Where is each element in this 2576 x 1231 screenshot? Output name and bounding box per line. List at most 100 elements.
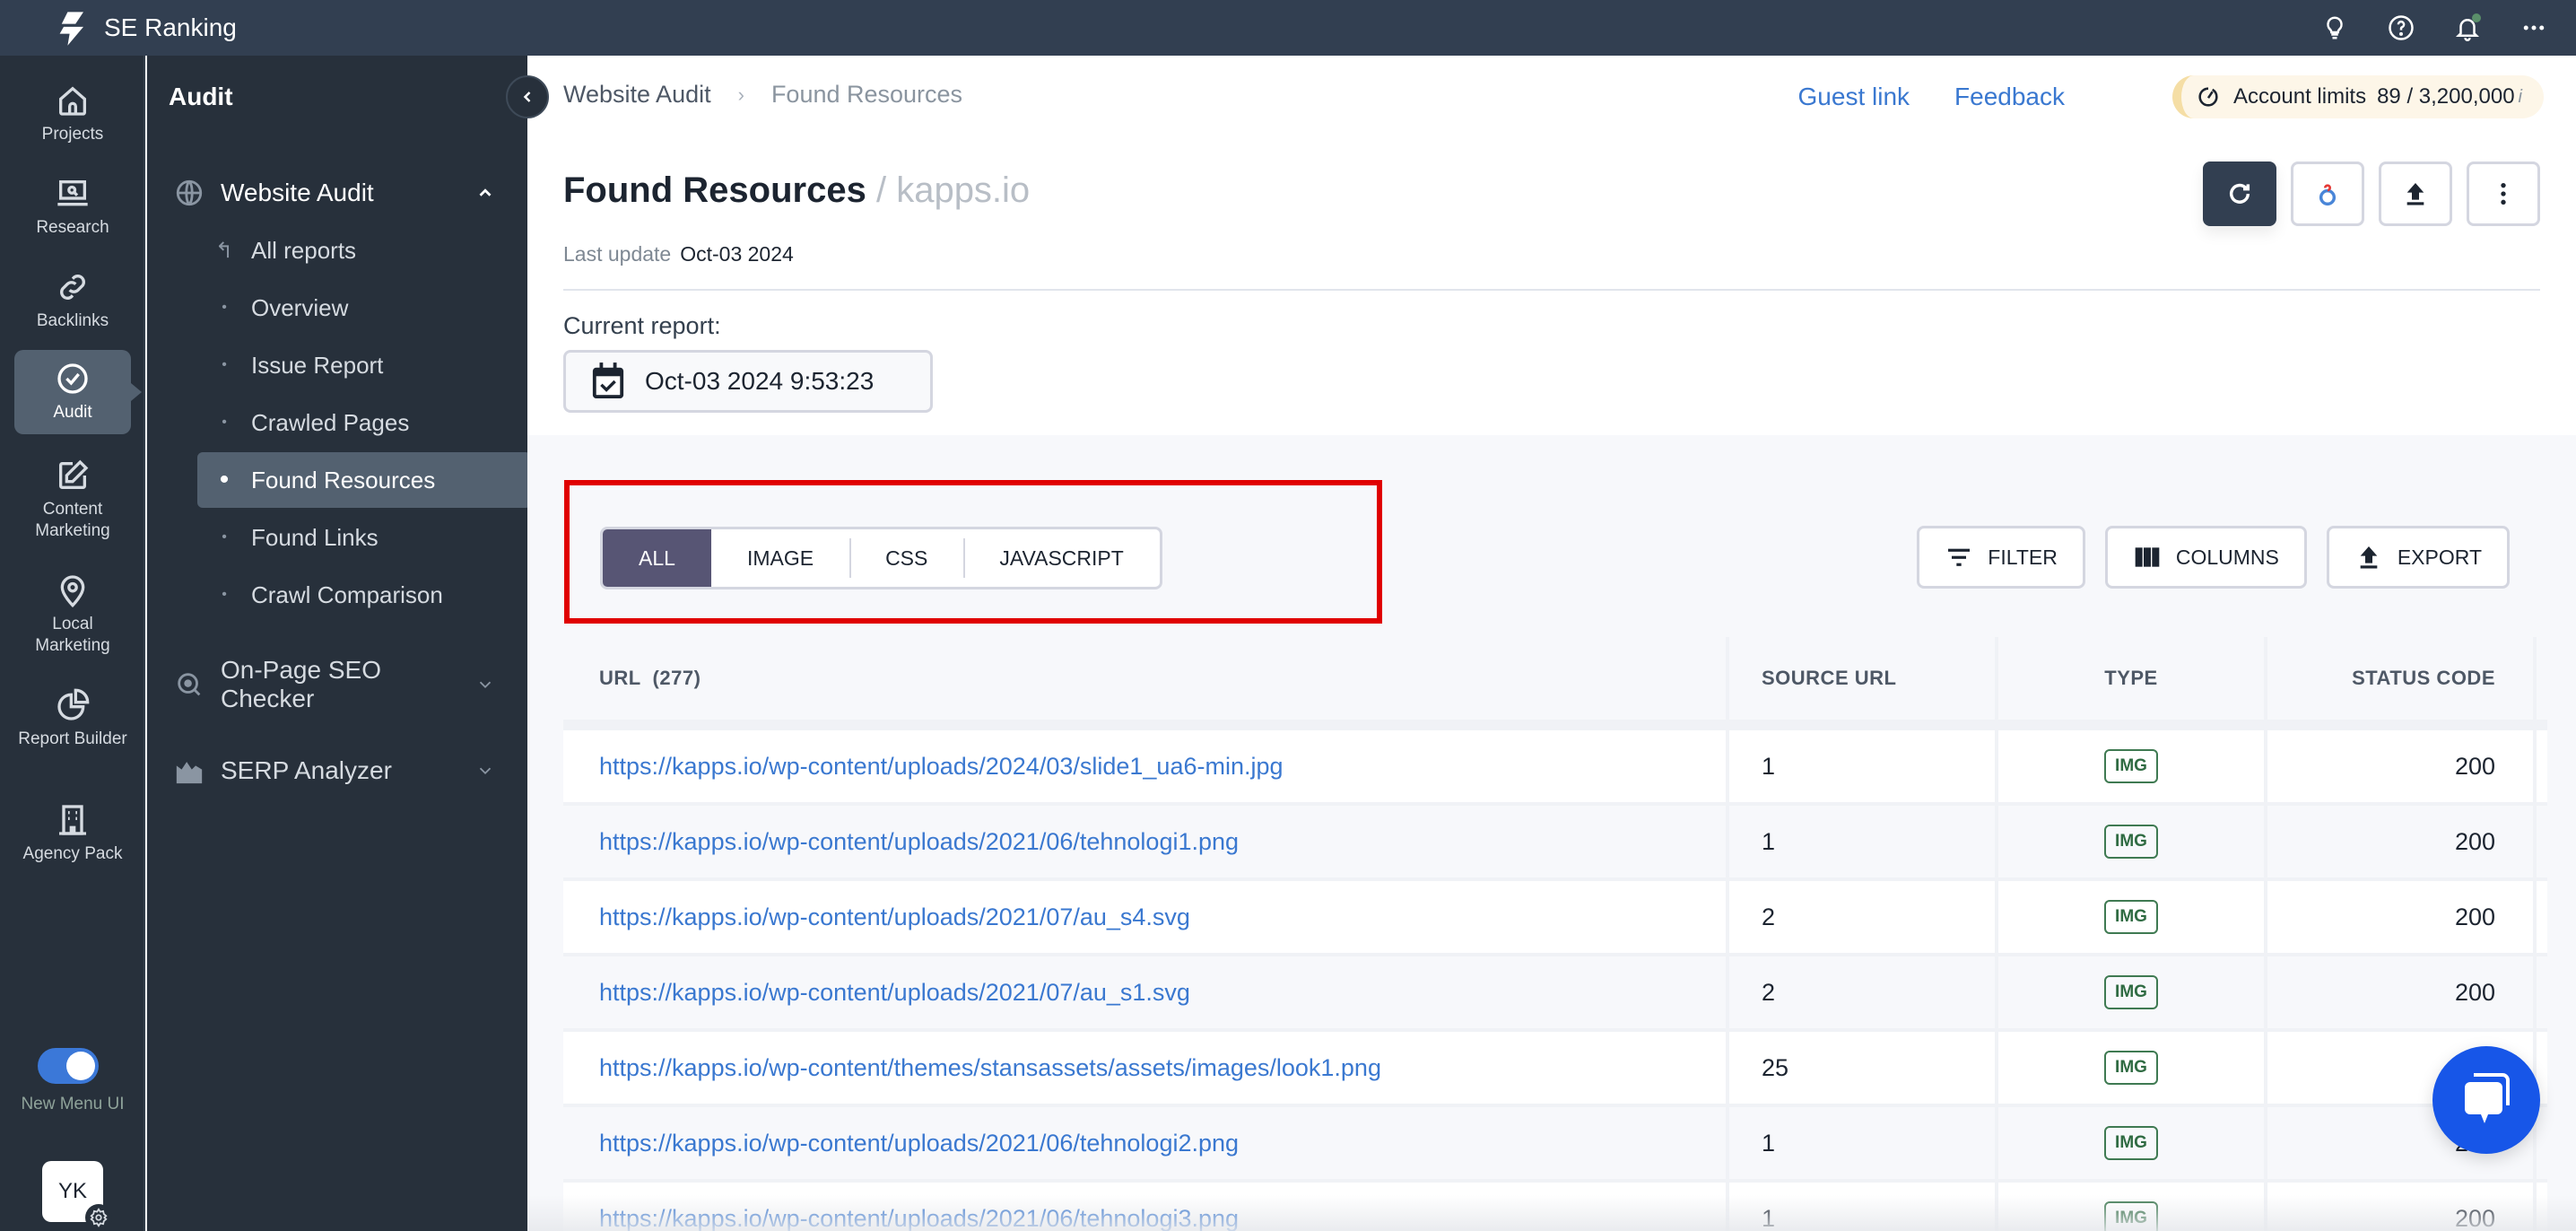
column-header-type[interactable]: TYPE xyxy=(1998,637,2267,720)
report-date-picker[interactable]: Oct-03 2024 9:53:23 xyxy=(563,350,933,413)
sidebar-item-all-reports[interactable]: ↰ All reports xyxy=(197,223,531,278)
user-avatar[interactable]: YK xyxy=(42,1161,112,1231)
tab-image[interactable]: IMAGE xyxy=(711,529,849,587)
scroll-fade xyxy=(527,1195,2576,1231)
link-icon xyxy=(60,275,85,300)
item-label: Overview xyxy=(251,293,349,321)
help-button[interactable] xyxy=(2386,13,2416,43)
page-title: Found Resources / kapps.io xyxy=(563,170,1030,211)
collapse-sidebar-button[interactable] xyxy=(506,75,549,118)
rail-label: Backlinks xyxy=(36,311,109,330)
upload-button[interactable] xyxy=(2379,162,2452,226)
filter-label: FILTER xyxy=(1988,545,2058,569)
chevron-down-icon xyxy=(479,681,492,689)
avatar-initials: YK xyxy=(57,1179,87,1203)
sidebar-item-found-resources[interactable]: • Found Resources xyxy=(197,452,531,508)
notifications-button[interactable] xyxy=(2452,13,2483,43)
guest-link[interactable]: Guest link xyxy=(1798,83,1910,111)
search-target-icon xyxy=(178,673,201,696)
resource-url-link[interactable]: https://kapps.io/wp-content/uploads/2021… xyxy=(599,979,1190,1007)
group-label: Website Audit xyxy=(221,179,374,206)
columns-icon xyxy=(2135,547,2160,567)
tab-javascript[interactable]: JAVASCRIPT xyxy=(963,529,1159,587)
rail-item-report-builder[interactable]: Report Builder xyxy=(14,687,131,750)
sidebar-group-serp-analyzer[interactable]: SERP Analyzer xyxy=(147,748,527,793)
source-url-count[interactable]: 2 xyxy=(1729,881,1998,953)
rail-item-content-marketing[interactable]: Content Marketing xyxy=(14,458,131,542)
rail-label: Report Builder xyxy=(18,729,127,748)
rail-item-audit[interactable]: Audit xyxy=(14,350,142,434)
rail-label: Projects xyxy=(41,125,104,144)
support-chat-button[interactable] xyxy=(2432,1046,2540,1154)
new-menu-ui-toggle[interactable] xyxy=(38,1048,99,1084)
rail-item-agency-pack[interactable]: Agency Pack xyxy=(14,802,131,865)
url-cell: https://kapps.io/wp-content/uploads/2021… xyxy=(563,1107,1729,1179)
column-header-status-code[interactable]: STATUS CODE xyxy=(2267,637,2537,720)
type-cell: IMG xyxy=(1998,881,2267,953)
columns-button[interactable]: COLUMNS xyxy=(2104,526,2307,589)
sidebar-item-issue-report[interactable]: • Issue Report xyxy=(197,337,531,393)
resource-url-link[interactable]: https://kapps.io/wp-content/uploads/2021… xyxy=(599,1130,1239,1157)
type-badge: IMG xyxy=(2104,1051,2158,1085)
status-code: 200 xyxy=(2267,881,2537,953)
refresh-button[interactable] xyxy=(2203,162,2276,226)
source-url-count[interactable]: 1 xyxy=(1729,730,1998,802)
more-icon xyxy=(2523,25,2545,31)
source-url-count[interactable]: 1 xyxy=(1729,806,1998,877)
rail-item-backlinks[interactable]: Backlinks xyxy=(14,269,131,332)
last-update-value: Oct-03 2024 xyxy=(680,242,794,266)
column-header-url[interactable]: URL (277) xyxy=(563,637,1729,720)
table-row: https://kapps.io/wp-content/uploads/2021… xyxy=(563,1107,2547,1183)
type-cell: IMG xyxy=(1998,1107,2267,1179)
rail-item-research[interactable]: Research xyxy=(14,176,131,239)
export-button[interactable]: EXPORT xyxy=(2326,526,2510,589)
more-menu-button[interactable] xyxy=(2519,13,2549,43)
feedback-link[interactable]: Feedback xyxy=(1954,83,2065,111)
looker-studio-button[interactable] xyxy=(2291,162,2364,226)
bullet-icon: • xyxy=(222,587,227,602)
tab-css[interactable]: CSS xyxy=(849,529,963,587)
item-label: Issue Report xyxy=(251,351,384,379)
help-icon xyxy=(2389,15,2414,40)
source-url-count[interactable]: 1 xyxy=(1729,1107,1998,1179)
brand-logo[interactable]: SE Ranking xyxy=(54,8,237,48)
breadcrumb-website-audit[interactable]: Website Audit xyxy=(563,81,711,109)
sidebar-group-website-audit[interactable]: Website Audit xyxy=(147,170,527,215)
sidebar-item-crawl-comparison[interactable]: • Crawl Comparison xyxy=(197,567,531,623)
more-actions-button[interactable] xyxy=(2467,162,2540,226)
info-icon[interactable]: i xyxy=(2519,87,2522,108)
url-cell: https://kapps.io/wp-content/uploads/2021… xyxy=(563,806,1729,877)
type-cell: IMG xyxy=(1998,956,2267,1028)
resource-url-link[interactable]: https://kapps.io/wp-content/uploads/2021… xyxy=(599,904,1190,931)
column-header-source-url[interactable]: SOURCE URL xyxy=(1729,637,1998,720)
return-icon: ↰ xyxy=(214,238,234,263)
sidebar-item-crawled-pages[interactable]: • Crawled Pages xyxy=(197,395,531,450)
report-date-value: Oct-03 2024 9:53:23 xyxy=(645,367,875,395)
rail-label: Local Marketing xyxy=(35,615,110,655)
resource-url-link[interactable]: https://kapps.io/wp-content/uploads/2021… xyxy=(599,828,1239,856)
sidebar-item-overview[interactable]: • Overview xyxy=(197,280,531,336)
source-url-count[interactable]: 2 xyxy=(1729,956,1998,1028)
type-badge: IMG xyxy=(2104,825,2158,859)
settings-badge[interactable] xyxy=(85,1204,112,1231)
filter-button[interactable]: FILTER xyxy=(1917,526,2085,589)
account-limits-badge[interactable]: Account limits 89 / 3,200,000 i xyxy=(2172,75,2544,118)
sidebar-group-on-page-seo-checker[interactable]: On-Page SEO Checker xyxy=(147,653,527,716)
tips-button[interactable] xyxy=(2319,13,2350,43)
group-label: SERP Analyzer xyxy=(221,756,392,784)
location-pin-icon xyxy=(60,575,85,608)
sidebar-item-found-links[interactable]: • Found Links xyxy=(197,510,531,565)
tab-all[interactable]: ALL xyxy=(603,529,711,587)
upload-icon xyxy=(2406,183,2424,205)
rail-item-projects[interactable]: Projects xyxy=(14,83,131,145)
icon-rail: Projects Research Backlinks Audit Conten… xyxy=(0,56,145,1231)
extra-cell xyxy=(2537,1107,2547,1179)
resource-url-link[interactable]: https://kapps.io/wp-content/themes/stans… xyxy=(599,1054,1381,1082)
current-report-label: Current report: xyxy=(563,312,721,339)
rail-item-local-marketing[interactable]: Local Marketing xyxy=(14,572,131,657)
resource-url-link[interactable]: https://kapps.io/wp-content/uploads/2024… xyxy=(599,753,1284,781)
resource-type-tabs: ALL IMAGE CSS JAVASCRIPT xyxy=(600,527,1162,589)
type-badge: IMG xyxy=(2104,1126,2158,1160)
main-content: Website Audit › Found Resources Guest li… xyxy=(527,56,2576,1231)
source-url-count[interactable]: 25 xyxy=(1729,1032,1998,1104)
